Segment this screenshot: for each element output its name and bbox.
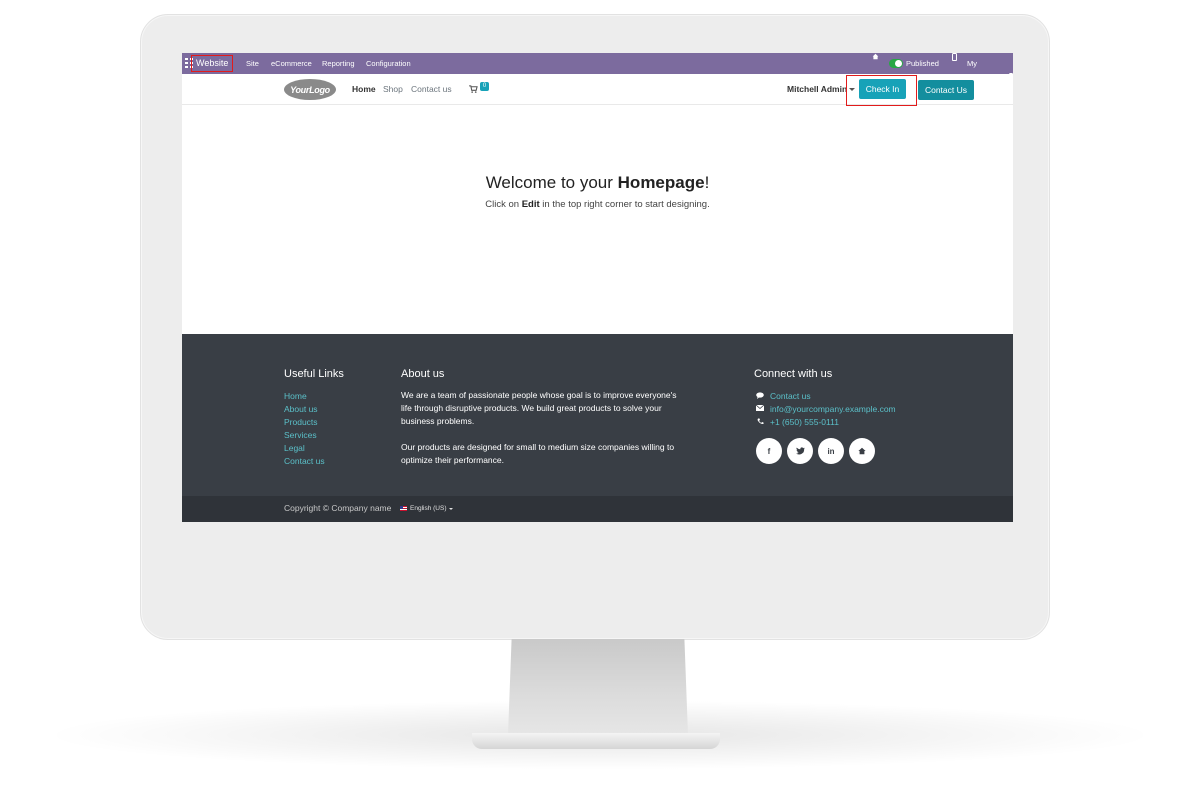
hero-title-suffix: ! — [704, 173, 710, 192]
copyright-text: Copyright © Company name — [284, 503, 392, 513]
email-link[interactable]: info@yourcompany.example.com — [770, 404, 896, 414]
menu-site[interactable]: Site — [246, 53, 259, 74]
monitor-stand-base — [472, 733, 720, 749]
nav-contact-us[interactable]: Contact us — [411, 84, 452, 94]
home-social-icon[interactable] — [849, 438, 875, 464]
twitter-icon[interactable] — [787, 438, 813, 464]
check-in-button[interactable]: Check In — [859, 79, 906, 99]
hero-sub-suffix: in the top right corner to start designi… — [539, 199, 710, 210]
chevron-down-icon — [449, 507, 454, 510]
menu-configuration[interactable]: Configuration — [366, 53, 411, 74]
contact-us-button[interactable]: Contact Us — [918, 80, 974, 100]
menu-reporting[interactable]: Reporting — [322, 53, 355, 74]
about-line: optimize their performance. — [401, 455, 504, 465]
hero-subtitle: Click on Edit in the top right corner to… — [182, 199, 1013, 210]
about-us-paragraph-1: We are a team of passionate people whose… — [401, 389, 677, 428]
home-icon[interactable] — [872, 53, 879, 60]
hero-title: Welcome to your Homepage! — [182, 173, 1013, 193]
connect-title: Connect with us — [754, 368, 833, 380]
cart-count-badge: 0 — [480, 82, 489, 91]
published-toggle-icon — [889, 59, 903, 68]
about-us-paragraph-2: Our products are designed for small to m… — [401, 441, 674, 467]
facebook-icon[interactable]: f — [756, 438, 782, 464]
publish-toggle[interactable]: Published — [889, 53, 939, 74]
website-screen: Website Site eCommerce Reporting Configu… — [182, 53, 1013, 522]
footer-link-legal[interactable]: Legal — [284, 443, 305, 453]
monitor-stand-neck — [508, 639, 688, 735]
us-flag-icon — [400, 506, 407, 511]
language-selector[interactable]: English (US) — [400, 505, 454, 512]
footer-link-home[interactable]: Home — [284, 391, 307, 401]
phone-link[interactable]: +1 (650) 555-0111 — [770, 417, 839, 427]
linkedin-icon[interactable]: in — [818, 438, 844, 464]
footer-link-contact-us[interactable]: Contact us — [284, 456, 325, 466]
about-us-title: About us — [401, 368, 445, 380]
hero-title-bold: Homepage — [617, 173, 705, 192]
menu-ecommerce[interactable]: eCommerce — [271, 53, 312, 74]
connect-contact-us[interactable]: Contact us — [770, 391, 811, 401]
nav-shop[interactable]: Shop — [383, 84, 403, 94]
comment-icon — [756, 392, 764, 400]
nav-home[interactable]: Home — [352, 84, 376, 94]
footer: Useful Links Home About us Products Serv… — [182, 334, 1013, 496]
company-logo[interactable]: YourLogo — [284, 79, 336, 100]
about-line: Our products are designed for small to m… — [401, 442, 675, 452]
app-name-website[interactable]: Website — [191, 55, 234, 72]
hero-sub-bold: Edit — [521, 199, 540, 210]
footer-link-products[interactable]: Products — [284, 417, 318, 427]
footer-bottom-bar: Copyright © Company name English (US) — [182, 496, 1013, 522]
phone-icon — [756, 418, 764, 426]
hero-title-prefix: Welcome to your — [485, 173, 618, 192]
hero-sub-prefix: Click on — [485, 199, 522, 210]
published-label: Published — [906, 59, 939, 68]
useful-links-title: Useful Links — [284, 368, 344, 380]
footer-link-services[interactable]: Services — [284, 430, 317, 440]
about-line: business problems. — [401, 416, 475, 426]
envelope-icon — [755, 404, 765, 413]
website-navbar: YourLogo Home Shop Contact us 0 Mitchell… — [182, 74, 1013, 106]
mobile-preview-icon[interactable] — [952, 53, 957, 61]
odoo-topbar: Website Site eCommerce Reporting Configu… — [182, 53, 1013, 89]
about-line: life through disruptive products. We bui… — [401, 403, 662, 413]
footer-link-about-us[interactable]: About us — [284, 404, 318, 414]
language-label: English (US) — [410, 505, 447, 512]
about-line: We are a team of passionate people whose… — [401, 390, 677, 400]
user-menu[interactable]: Mitchell Admin — [787, 84, 847, 94]
cart-icon[interactable] — [469, 85, 478, 93]
